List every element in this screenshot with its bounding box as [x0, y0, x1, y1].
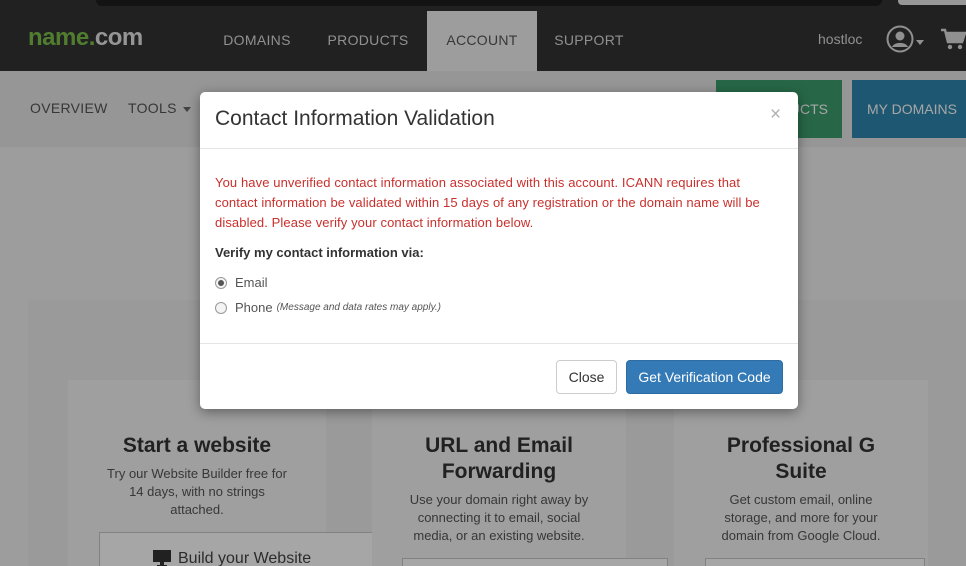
modal-header: Contact Information Validation × [200, 92, 798, 149]
radio-phone-label: Phone [235, 300, 273, 315]
contact-validation-modal: Contact Information Validation × You hav… [200, 92, 798, 409]
modal-body: You have unverified contact information … [200, 149, 798, 344]
warning-message: You have unverified contact information … [215, 175, 760, 230]
radio-phone[interactable]: Phone (Message and data rates may apply.… [215, 300, 441, 315]
radio-email-input[interactable] [215, 276, 227, 289]
verify-label: Verify my contact information via: [215, 245, 424, 260]
radio-phone-note: (Message and data rates may apply.) [276, 302, 441, 313]
radio-email[interactable]: Email [215, 275, 268, 290]
modal-title: Contact Information Validation [215, 107, 495, 130]
close-icon[interactable]: × [770, 104, 781, 126]
radio-phone-input[interactable] [215, 301, 227, 314]
get-verification-code-button[interactable]: Get Verification Code [626, 360, 783, 394]
modal-footer: Close Get Verification Code [200, 344, 798, 408]
radio-email-label: Email [235, 275, 268, 290]
close-button[interactable]: Close [556, 360, 617, 394]
